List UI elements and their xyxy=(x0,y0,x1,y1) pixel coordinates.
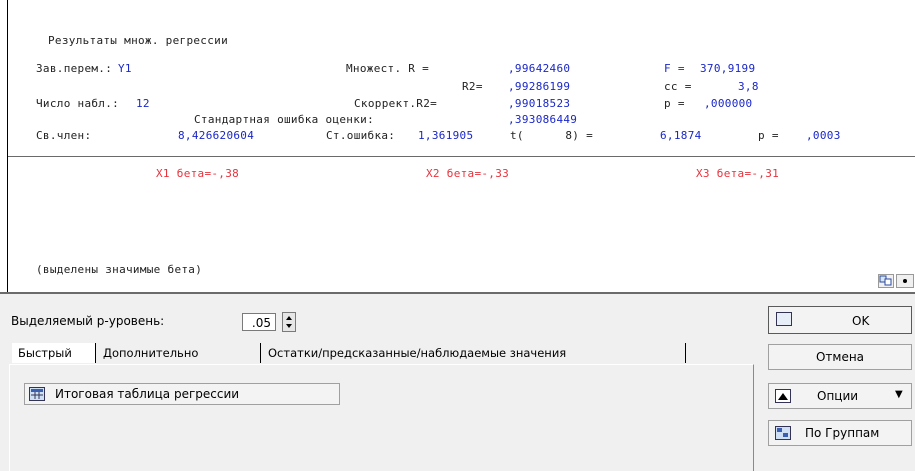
spinner-down-icon[interactable] xyxy=(286,324,292,328)
tab-residuals[interactable]: Остатки/предсказанные/наблюдаемые значен… xyxy=(262,343,686,363)
ok-button[interactable]: OK xyxy=(768,306,912,334)
significant-betas-note: (выделены значимые бета) xyxy=(36,263,203,276)
by-group-label: По Группам xyxy=(805,426,880,440)
intercept-label: Св.член: xyxy=(36,129,92,142)
options-label: Опции xyxy=(817,389,859,403)
r2-value: ,99286199 xyxy=(508,80,571,93)
summary-table-label: Итоговая таблица регрессии xyxy=(55,387,240,401)
p-level-label: Выделяемый р-уровень: xyxy=(11,314,165,328)
options-button[interactable]: Опции ▼ xyxy=(768,383,912,409)
results-panel: Результаты множ. регрессии Зав.перем.: Y… xyxy=(0,0,915,292)
beta-x2: X2 бета=-,33 xyxy=(426,167,510,180)
dep-var-value: Y1 xyxy=(118,62,132,75)
options-icon xyxy=(775,389,791,403)
intercept-se-value: 1,361905 xyxy=(418,129,474,142)
tab-advanced[interactable]: Дополнительно xyxy=(97,343,261,363)
ok-icon xyxy=(776,312,792,326)
adj-r2-value: ,99018523 xyxy=(508,97,571,110)
by-group-button[interactable]: По Группам xyxy=(768,420,912,446)
dep-var-label: Зав.перем.: xyxy=(36,62,113,75)
tab-quick[interactable]: Быстрый xyxy=(12,343,96,363)
beta-x1: X1 бета=-,38 xyxy=(156,167,240,180)
std-err-est-value: ,393086449 xyxy=(508,113,578,126)
results-divider xyxy=(8,156,915,157)
p-label: p = xyxy=(664,97,685,110)
group-icon xyxy=(775,426,791,440)
summary-table-button[interactable]: Итоговая таблица регрессии xyxy=(24,383,340,405)
std-err-est-label: Стандартная ошибка оценки: xyxy=(194,113,374,126)
r2-label: R2= xyxy=(462,80,483,93)
spinner-up-icon[interactable] xyxy=(286,316,292,320)
table-icon xyxy=(29,387,45,401)
tab-content-panel: Итоговая таблица регрессии xyxy=(9,364,754,471)
f-value: 370,9199 xyxy=(700,62,756,75)
p-level-input[interactable]: .05 xyxy=(242,313,276,331)
t-label: t( 8) = xyxy=(510,129,594,142)
results-title: Результаты множ. регрессии xyxy=(48,34,228,47)
results-left-border xyxy=(7,0,8,292)
cancel-label: Отмена xyxy=(815,350,865,364)
ok-label: OK xyxy=(852,314,870,328)
multiple-r-value: ,99642460 xyxy=(508,62,571,75)
f-label: F = xyxy=(664,62,685,75)
intercept-se-label: Ст.ошибка: xyxy=(326,129,396,142)
intercept-value: 8,426620604 xyxy=(178,129,255,142)
p-level-spinner[interactable] xyxy=(282,312,296,332)
adj-r2-label: Скоррект.R2= xyxy=(354,97,438,110)
intercept-p-label: p = xyxy=(758,129,779,142)
df-label: cc = xyxy=(664,80,692,93)
bullet-icon[interactable] xyxy=(896,274,914,288)
intercept-p-value: ,0003 xyxy=(806,129,841,142)
copy-icon[interactable] xyxy=(878,274,894,288)
beta-x3: X3 бета=-,31 xyxy=(696,167,780,180)
cancel-button[interactable]: Отмена xyxy=(768,344,912,370)
n-obs-label: Число набл.: xyxy=(36,97,120,110)
multiple-r-label: Множест. R = xyxy=(346,62,430,75)
t-value: 6,1874 xyxy=(660,129,702,142)
dialog-panel: Выделяемый р-уровень: .05 Быстрый Дополн… xyxy=(0,294,915,471)
df-value: 3,8 xyxy=(738,80,759,93)
n-obs-value: 12 xyxy=(136,97,150,110)
dropdown-arrow-icon[interactable]: ▼ xyxy=(895,389,903,400)
p-value: ,000000 xyxy=(704,97,753,110)
